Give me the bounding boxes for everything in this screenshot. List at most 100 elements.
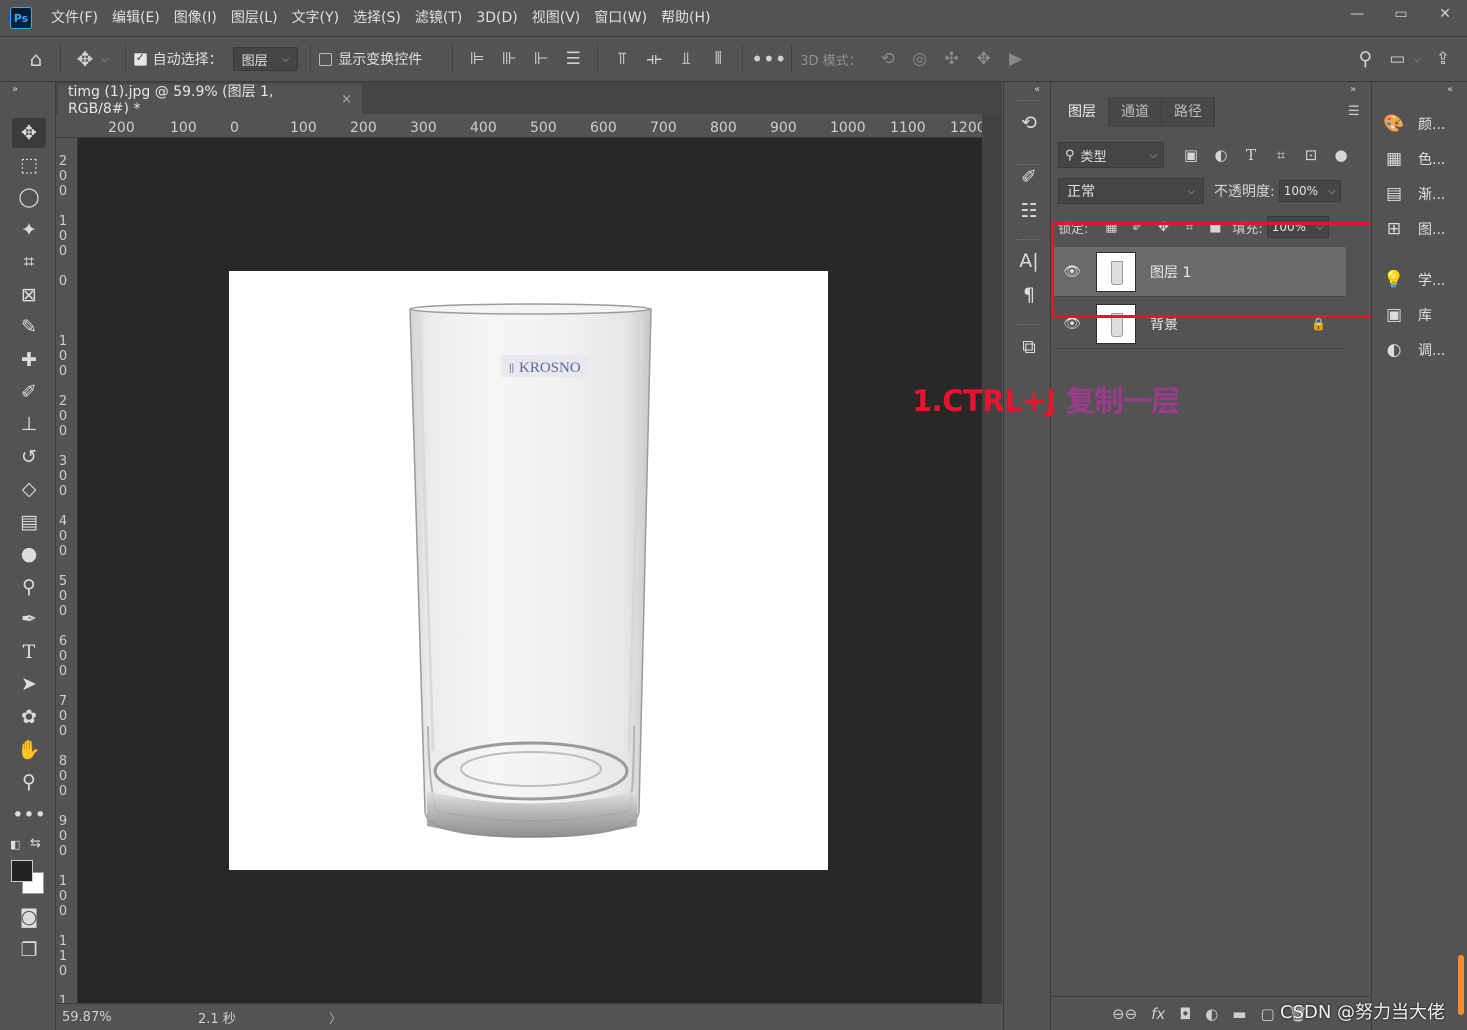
chevron-down-icon[interactable]: ⌵ [101, 54, 109, 65]
menu-image[interactable]: 图像(I) [167, 0, 224, 36]
align-middle-icon[interactable]: ⟛ [638, 49, 670, 69]
distribute-horizontal-icon[interactable]: ☰ [557, 49, 589, 69]
brush-settings-icon[interactable]: ✐ [1014, 162, 1044, 192]
align-left-icon[interactable]: ⊫ [461, 49, 493, 69]
move-tool-icon[interactable]: ✥ [69, 47, 101, 71]
dock-libraries[interactable]: ▣ 库 [1382, 301, 1432, 329]
layer-style-icon[interactable]: fx [1151, 1005, 1165, 1023]
custom-shape-tool-icon[interactable]: ✿ [12, 702, 46, 732]
filter-toggle-icon[interactable]: ● [1326, 146, 1356, 164]
menu-help[interactable]: 帮助(H) [654, 0, 717, 36]
layer-filter-dropdown[interactable]: ⚲ 类型 ⌵ [1058, 142, 1164, 168]
filter-smart-object-icon[interactable]: ⊡ [1296, 146, 1326, 164]
close-tab-icon[interactable]: × [341, 92, 352, 107]
horizontal-ruler[interactable]: 200 100 0 100 200 300 400 500 600 700 800 900 1000 11… [56, 114, 982, 138]
tab-channels[interactable]: 通道 [1109, 97, 1162, 127]
blend-mode-dropdown[interactable]: 正常 ⌵ [1058, 178, 1204, 204]
menu-3d[interactable]: 3D(D) [469, 0, 524, 36]
collapse-right-dock-icon[interactable]: « [1447, 84, 1453, 95]
move-tool-icon[interactable]: ✥ [12, 118, 46, 148]
scroll-indicator[interactable] [1458, 955, 1464, 1015]
menu-type[interactable]: 文字(Y) [285, 0, 346, 36]
history-icon[interactable]: ⟲ [1014, 108, 1044, 138]
path-selection-tool-icon[interactable]: ➤ [12, 669, 46, 699]
close-button[interactable]: ✕ [1423, 0, 1467, 28]
more-options-icon[interactable]: ••• [751, 47, 786, 71]
eyedropper-tool-icon[interactable]: ✎ [12, 312, 46, 342]
align-top-icon[interactable]: ⫪ [606, 49, 638, 69]
menu-layer[interactable]: 图层(L) [224, 0, 285, 36]
crop-tool-icon[interactable]: ⌗ [12, 247, 46, 277]
character-icon[interactable]: A| [1014, 246, 1044, 276]
tab-paths[interactable]: 路径 [1162, 97, 1215, 127]
share-icon[interactable]: ⇪ [1427, 49, 1459, 69]
3d-slide-icon[interactable]: ✥ [968, 49, 1000, 69]
3d-pan-icon[interactable]: ✣ [936, 49, 968, 69]
collapse-dock-icon[interactable]: « [1034, 84, 1040, 95]
swap-colors-icon[interactable]: ⇆ [30, 836, 41, 851]
link-layers-icon[interactable]: ⊖⊖ [1112, 1005, 1137, 1023]
screen-mode-icon[interactable]: ❐ [12, 935, 46, 965]
show-transform-checkbox[interactable] [319, 52, 333, 66]
filter-type-icon[interactable]: T [1236, 146, 1266, 164]
vertical-ruler[interactable]: 2 0 0 1 0 0 0 1 0 0 2 0 0 3 0 0 4 0 0 5 0 0 6 0 … [56, 138, 78, 1004]
filter-adjustment-icon[interactable]: ◐ [1206, 146, 1236, 164]
menu-filter[interactable]: 滤镜(T) [408, 0, 469, 36]
opacity-field[interactable]: 100% ⌵ [1278, 180, 1341, 202]
tab-layers[interactable]: 图层 [1056, 97, 1109, 127]
document-image[interactable]: || KROSNO [229, 271, 828, 870]
chevron-down-icon[interactable]: ⌵ [1413, 54, 1421, 65]
frame-tool-icon[interactable]: ⊠ [12, 280, 46, 310]
more-tools-icon[interactable]: ••• [12, 800, 46, 830]
default-colors-icon[interactable]: ◧ [10, 838, 20, 851]
new-group-icon[interactable]: ▬ [1232, 1005, 1246, 1023]
quick-mask-icon[interactable]: ◙ [12, 902, 46, 932]
status-menu-arrow[interactable]: 〉 [329, 1008, 342, 1027]
dodge-tool-icon[interactable]: ⚲ [12, 572, 46, 602]
menu-view[interactable]: 视图(V) [525, 0, 588, 36]
dock-color[interactable]: 🎨 颜... [1382, 110, 1445, 138]
history-brush-tool-icon[interactable]: ↺ [12, 442, 46, 472]
zoom-tool-icon[interactable]: ⚲ [12, 767, 46, 797]
auto-select-checkbox[interactable] [133, 51, 147, 66]
3d-panel-icon[interactable]: ⧉ [1014, 332, 1044, 362]
paragraph-icon[interactable]: ¶ [1014, 280, 1044, 310]
type-tool-icon[interactable]: T [12, 637, 46, 667]
menu-file[interactable]: 文件(F) [44, 0, 105, 36]
lasso-tool-icon[interactable]: ◯ [12, 182, 46, 212]
menu-window[interactable]: 窗口(W) [587, 0, 654, 36]
minimize-button[interactable]: — [1335, 0, 1379, 28]
menu-select[interactable]: 选择(S) [346, 0, 408, 36]
dock-learn[interactable]: 💡 学... [1382, 266, 1445, 294]
collapse-panel-icon[interactable]: » [1350, 84, 1356, 95]
new-layer-icon[interactable]: ▢ [1260, 1005, 1274, 1023]
dock-grip[interactable] [1016, 324, 1040, 327]
dock-gradients[interactable]: ▤ 渐... [1382, 180, 1445, 208]
dock-swatches[interactable]: ▦ 色... [1382, 145, 1445, 173]
3d-orbit-icon[interactable]: ⟲ [872, 49, 904, 69]
home-icon[interactable]: ⌂ [20, 47, 52, 71]
photoshop-logo-icon[interactable]: Ps [10, 7, 32, 29]
menu-edit[interactable]: 编辑(E) [105, 0, 167, 36]
dock-grip[interactable] [1016, 100, 1040, 103]
add-mask-icon[interactable]: ◘ [1179, 1005, 1191, 1023]
clone-stamp-tool-icon[interactable]: ⊥ [12, 409, 46, 439]
adjustment-layer-icon[interactable]: ◐ [1205, 1005, 1218, 1023]
document-tab[interactable]: timg (1).jpg @ 59.9% (图层 1, RGB/8#) * × [58, 84, 362, 117]
magic-wand-tool-icon[interactable]: ✦ [12, 215, 46, 245]
3d-roll-icon[interactable]: ◎ [904, 49, 936, 69]
brush-tool-icon[interactable]: ✐ [12, 377, 46, 407]
align-right-icon[interactable]: ⊩ [525, 49, 557, 69]
3d-scale-icon[interactable]: ▶ [1000, 49, 1032, 69]
align-center-icon[interactable]: ⊪ [493, 49, 525, 69]
maximize-button[interactable]: ▭ [1379, 0, 1423, 28]
lock-icon[interactable]: 🔒 [1311, 317, 1326, 331]
collapse-toolbar-icon[interactable]: » [12, 84, 18, 95]
dock-grip[interactable] [1016, 239, 1040, 242]
align-bottom-icon[interactable]: ⫫ [670, 49, 702, 69]
panel-menu-icon[interactable]: ☰ [1348, 104, 1360, 119]
vertical-scrollbar[interactable] [982, 114, 1002, 1004]
dock-adjustments[interactable]: ◐ 调... [1382, 336, 1446, 364]
marquee-tool-icon[interactable]: ⬚ [12, 150, 46, 180]
gradient-tool-icon[interactable]: ▤ [12, 507, 46, 537]
